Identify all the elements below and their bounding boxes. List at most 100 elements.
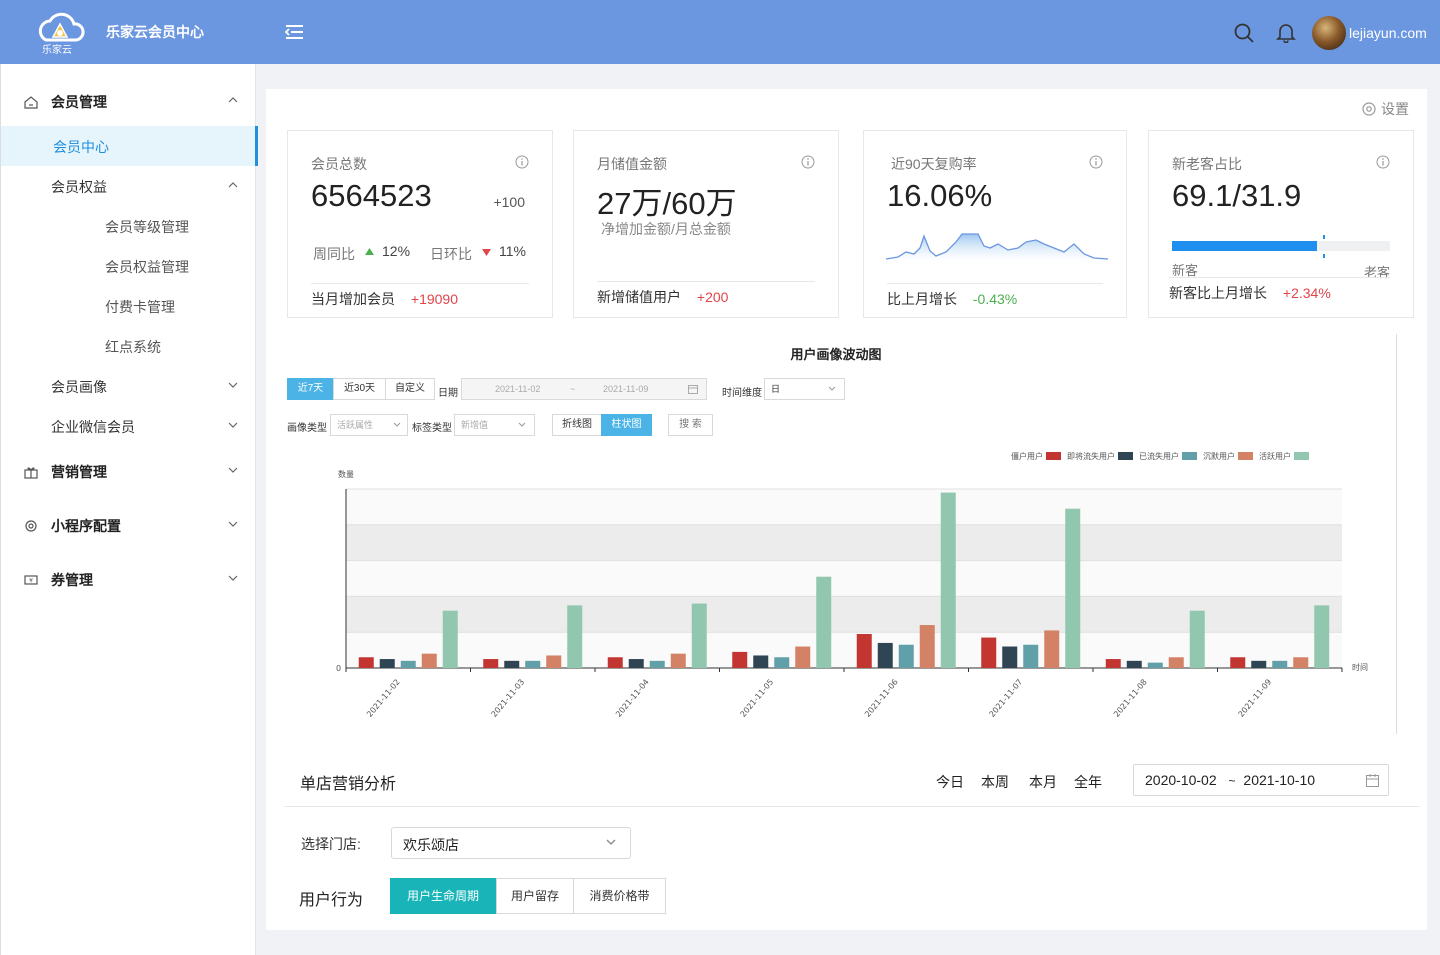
ratio-marker-bottom [1323, 254, 1325, 258]
bar-chart-button[interactable]: 柱状图 [601, 414, 652, 436]
search-icon[interactable] [1233, 22, 1255, 44]
settings-link[interactable]: 设置 [1361, 99, 1409, 119]
stat-footer: 新增储值用户 +200 [597, 281, 815, 307]
sidebar-group-coupons[interactable]: ¥ 券管理 [1, 559, 257, 599]
tag-type-label: 标签类型 [412, 423, 452, 434]
bar-chart: 数量时间 0 2021-11-02 2021-11-03 2021-11-04 2021-… [336, 469, 1368, 719]
chart-bar [1314, 605, 1330, 668]
stat-sub: 净增加金额/月总金额 [601, 221, 731, 237]
range-7days-button[interactable]: 近7天 [287, 378, 334, 400]
chevron-down-icon [228, 575, 238, 581]
x-tick-label: 2021-11-04 [614, 678, 651, 719]
x-tick-label: 2021-11-07 [987, 678, 1024, 719]
dod-value: 11% [499, 243, 526, 259]
chart-bar [400, 660, 416, 668]
sidebar-group-marketing[interactable]: 营销管理 [1, 451, 257, 491]
range-month-link[interactable]: 本月 [1029, 772, 1057, 792]
grid-band [346, 560, 1342, 597]
sidebar-item-redpoint[interactable]: 红点系统 [1, 326, 257, 366]
sidebar-item-wechat-member[interactable]: 企业微信会员 [1, 406, 257, 446]
chart-bar [442, 610, 458, 668]
date-start: 2021-11-02 [495, 384, 541, 394]
chevron-down-icon [228, 422, 238, 428]
stat-footer: 当月增加会员 +19090 [311, 283, 529, 309]
date-label: 日期 [438, 388, 458, 399]
sidebar-item-label: 会员等级管理 [105, 219, 189, 235]
range-30days-button[interactable]: 近30天 [333, 378, 386, 400]
chart-bar [774, 657, 790, 668]
x-tick-label: 2021-11-02 [365, 678, 402, 719]
chart-title: 用户画像波动图 [790, 347, 882, 362]
sidebar-item-rights-mgmt[interactable]: 会员权益管理 [1, 246, 257, 286]
sidebar-item-paycard-mgmt[interactable]: 付费卡管理 [1, 286, 257, 326]
sidebar-group-member-mgmt[interactable]: 会员管理 [1, 81, 257, 121]
sidebar-item-label: 会员中心 [53, 139, 109, 155]
chart-bar [358, 657, 374, 668]
time-dim-select[interactable]: 日 [764, 378, 845, 400]
chart-search-button[interactable]: 搜 索 [668, 414, 713, 436]
chart-bar [483, 659, 499, 668]
menu-toggle-icon[interactable] [283, 22, 305, 42]
stat-title: 新老客占比 [1172, 156, 1242, 172]
sidebar-item-member-rights[interactable]: 会员权益 [1, 166, 257, 206]
range-custom-button[interactable]: 自定义 [385, 378, 435, 400]
chart-bar [628, 659, 644, 668]
info-icon[interactable] [801, 155, 815, 169]
ratio-bar-fill [1172, 241, 1317, 251]
chart-bar [649, 660, 665, 668]
store-select-label: 选择门店: [301, 836, 361, 852]
tab-retention[interactable]: 用户留存 [496, 878, 574, 914]
tab-lifecycle[interactable]: 用户生命周期 [390, 878, 496, 914]
chart-bar [898, 644, 914, 668]
range-year-link[interactable]: 全年 [1074, 772, 1102, 792]
stat-foot-label: 当月增加会员 [311, 291, 395, 307]
stat-card-repurchase: 近90天复购率 16.06% 比上月增长 -0.43% [863, 130, 1127, 318]
portrait-type-select[interactable]: 活跃属性 [330, 414, 408, 436]
chart-bar [1002, 646, 1018, 668]
chart-bar [567, 605, 583, 668]
sidebar-item-member-portrait[interactable]: 会员画像 [1, 366, 257, 406]
chart-bar [607, 657, 623, 668]
x-tick-label: 2021-11-08 [1112, 678, 1149, 719]
ticket-icon: ¥ [24, 575, 38, 585]
chevron-down-icon [228, 467, 238, 473]
chart-bar [1230, 657, 1246, 668]
sidebar-item-member-center[interactable]: 会员中心 [1, 126, 258, 166]
stat-footer: 比上月增长 -0.43% [887, 283, 1103, 309]
range-today-link[interactable]: 今日 [936, 772, 964, 792]
stat-title: 会员总数 [311, 156, 367, 172]
brand-title: 乐家云会员中心 [106, 24, 204, 40]
chart-bar [1251, 660, 1267, 668]
stat-title: 近90天复购率 [891, 156, 977, 172]
info-icon[interactable] [1376, 155, 1390, 169]
calendar-icon [688, 385, 698, 394]
chart-bar [1044, 630, 1060, 668]
chevron-down-icon [228, 521, 238, 527]
svg-text:¥: ¥ [29, 578, 33, 585]
y-axis-label: 数量 [338, 469, 354, 479]
info-icon[interactable] [1089, 155, 1103, 169]
stat-footer: 新客比上月增长 +2.34% [1169, 277, 1390, 303]
tag-type-select[interactable]: 新增值 [454, 414, 535, 436]
stat-delta: +100 [493, 194, 525, 210]
gift-icon [24, 467, 38, 479]
sidebar-item-level-mgmt[interactable]: 会员等级管理 [1, 206, 257, 246]
panel-divider [1396, 334, 1397, 734]
chart-date-range-input[interactable]: 2021-11-02 ~ 2021-11-09 [461, 378, 707, 400]
store-select[interactable]: 欢乐颂店 [391, 827, 631, 859]
chart-bar [1105, 659, 1121, 668]
username[interactable]: lejiayun.com [1349, 25, 1427, 41]
stat-foot-value: +2.34% [1282, 285, 1331, 301]
info-icon[interactable] [515, 155, 529, 169]
bell-icon[interactable] [1275, 21, 1297, 43]
avatar[interactable] [1312, 16, 1346, 50]
triangle-up-icon [365, 248, 374, 255]
store-date-range-input[interactable]: 2020-10-02 ~ 2021-10-10 [1133, 764, 1389, 796]
tab-price-band[interactable]: 消费价格带 [573, 878, 666, 914]
sidebar-group-miniprogram[interactable]: 小程序配置 [1, 505, 257, 545]
stat-value: 16.06% [887, 178, 993, 213]
line-chart-button[interactable]: 折线图 [552, 414, 602, 436]
range-week-link[interactable]: 本周 [981, 772, 1009, 792]
chart-bar [691, 603, 707, 668]
wow-value: 12% [382, 243, 411, 259]
